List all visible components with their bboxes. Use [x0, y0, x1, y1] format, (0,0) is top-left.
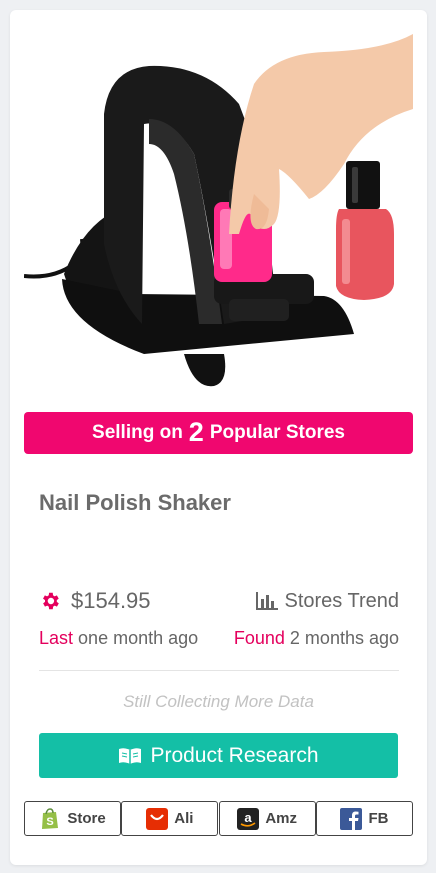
- found-label: Found: [233, 628, 285, 648]
- stores-trend-label: Stores Trend: [284, 589, 399, 612]
- product-price: $154.95: [71, 588, 151, 613]
- banner-suffix: Popular Stores: [209, 422, 345, 443]
- svg-text:S: S: [47, 816, 54, 828]
- bar-chart-icon: [256, 592, 279, 610]
- product-card: Selling on 2 Popular Stores Nail Polish …: [10, 10, 427, 865]
- last-value: one month ago: [78, 628, 199, 648]
- banner-prefix: Selling on: [92, 422, 183, 443]
- found-value: 2 months ago: [289, 628, 399, 648]
- store-buttons: S Store Ali a Amz FB: [24, 801, 413, 837]
- amazon-icon: a: [237, 807, 260, 830]
- price-row: $154.95 Stores Trend: [39, 586, 399, 616]
- amazon-button[interactable]: a Amz: [218, 801, 316, 836]
- stores-trend-link[interactable]: Stores Trend: [256, 590, 399, 613]
- last-seen: Last one month ago: [39, 628, 198, 649]
- selling-stores-banner: Selling on 2 Popular Stores: [24, 412, 413, 454]
- store-button-label: Store: [67, 810, 106, 827]
- gear-icon: [43, 592, 59, 610]
- last-label: Last: [39, 628, 74, 648]
- product-image[interactable]: [24, 24, 413, 404]
- svg-text:a: a: [245, 810, 253, 825]
- facebook-label: FB: [368, 810, 389, 827]
- aliexpress-icon: [146, 807, 169, 830]
- product-title[interactable]: Nail Polish Shaker: [39, 490, 231, 516]
- data-status-note: Still Collecting More Data: [123, 692, 314, 711]
- shopify-icon: S: [39, 807, 61, 830]
- product-research-label: Product Research: [150, 743, 319, 767]
- dates-row: Last one month ago Found 2 months ago: [39, 628, 399, 649]
- found-date: Found 2 months ago: [234, 628, 399, 649]
- book-open-icon: [119, 747, 142, 764]
- divider: [39, 670, 399, 671]
- store-button[interactable]: S Store: [24, 801, 121, 836]
- price-group: $154.95: [39, 588, 151, 614]
- facebook-icon: [340, 807, 363, 830]
- facebook-button[interactable]: FB: [315, 801, 413, 836]
- product-research-button[interactable]: Product Research: [39, 733, 398, 778]
- aliexpress-label: Ali: [174, 810, 194, 827]
- aliexpress-button[interactable]: Ali: [121, 801, 219, 836]
- banner-store-count: 2: [188, 416, 204, 447]
- amazon-label: Amz: [265, 810, 297, 827]
